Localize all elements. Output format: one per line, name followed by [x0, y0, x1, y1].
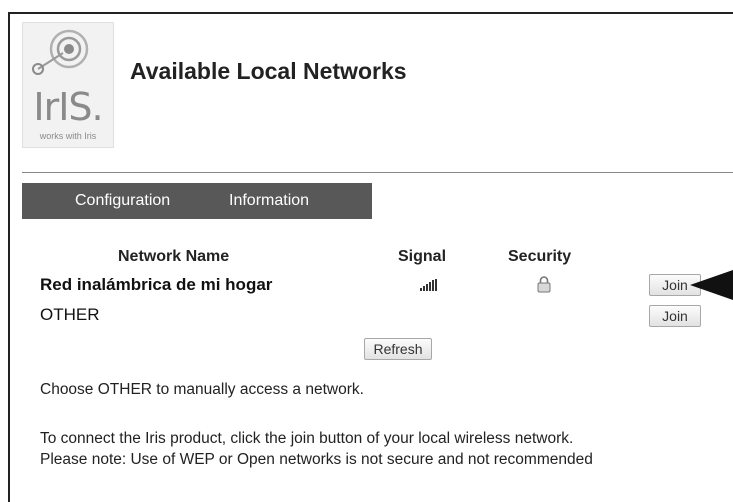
other-instruction: Choose OTHER to manually access a networ… — [40, 381, 364, 398]
logo-wordmark: IrIS. — [33, 85, 103, 129]
tab-bar: Configuration Information — [22, 183, 372, 219]
signal-header: Signal — [398, 248, 447, 265]
header-divider — [22, 172, 733, 173]
network-name-header: Network Name — [118, 248, 230, 265]
wireless-icon — [32, 29, 89, 75]
security-header: Security — [508, 248, 572, 265]
refresh-button[interactable]: Refresh — [364, 338, 432, 360]
page-title: Available Local Networks — [130, 58, 407, 84]
network-name-other: OTHER — [40, 305, 100, 324]
connect-instruction: To connect the Iris product, click the j… — [40, 430, 574, 447]
signal-bars-icon — [420, 279, 437, 291]
tab-configuration[interactable]: Configuration — [75, 192, 170, 210]
logo-tagline: works with Iris — [39, 131, 97, 141]
security-note: Please note: Use of WEP or Open networks… — [40, 451, 593, 468]
callout-arrow-icon — [690, 270, 733, 300]
network-name: Red inalámbrica de mi hogar — [40, 275, 273, 294]
tab-information[interactable]: Information — [229, 192, 309, 210]
iris-logo: IrIS. works with Iris — [22, 22, 114, 148]
lock-icon — [537, 276, 551, 293]
window-frame — [8, 12, 733, 502]
join-other-button[interactable]: Join — [649, 305, 701, 327]
